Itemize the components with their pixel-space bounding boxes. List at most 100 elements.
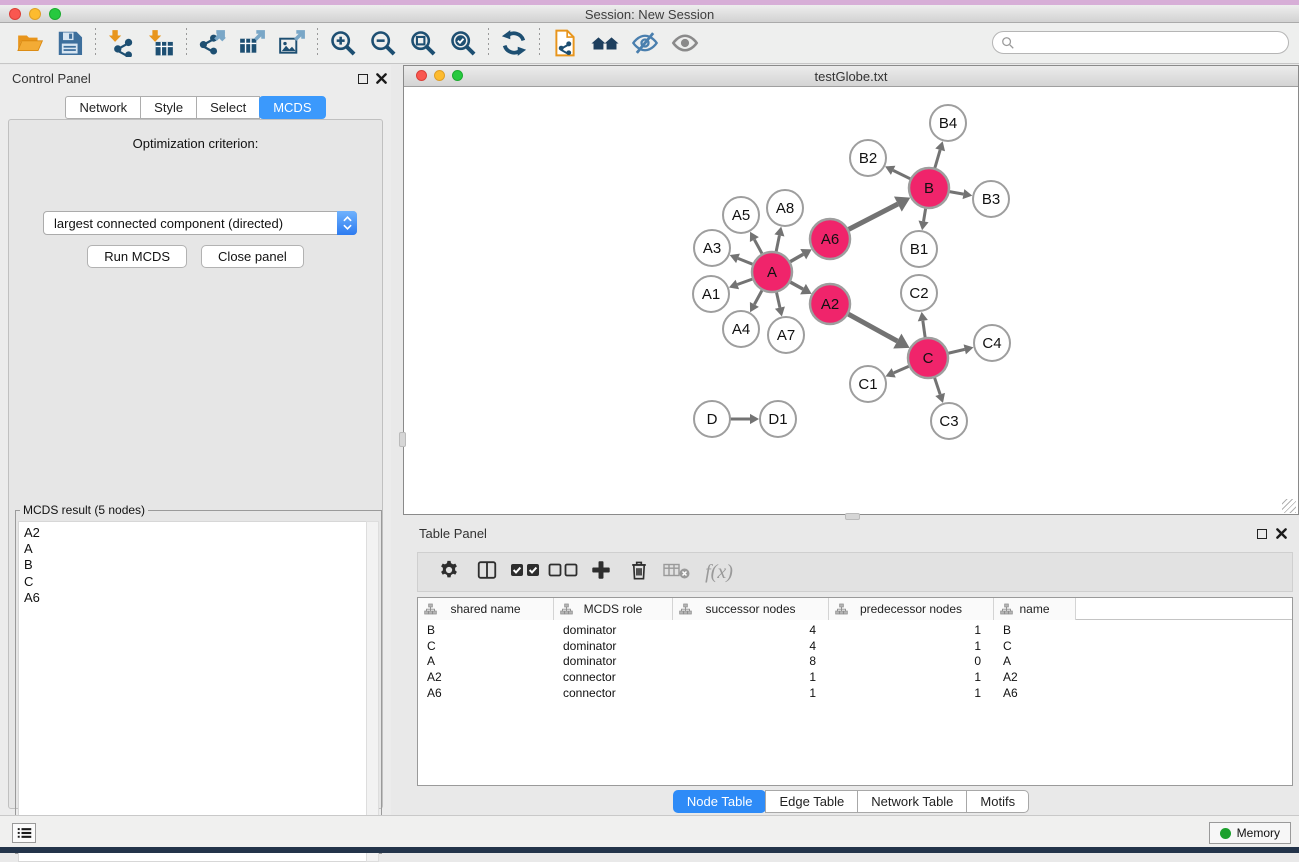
run-mcds-button[interactable]: Run MCDS bbox=[87, 245, 187, 268]
search-box[interactable] bbox=[992, 31, 1289, 54]
criterion-select[interactable]: largest connected component (directed) bbox=[43, 211, 357, 235]
settings-icon bbox=[438, 559, 460, 586]
open-session-file-button[interactable] bbox=[545, 26, 585, 60]
cell-mcds-role[interactable]: dominator bbox=[554, 654, 673, 670]
result-item[interactable]: A bbox=[24, 541, 366, 557]
select-all-button[interactable] bbox=[506, 555, 544, 589]
cell-successor-nodes[interactable]: 1 bbox=[673, 686, 829, 702]
cell-shared-name[interactable]: B bbox=[418, 623, 554, 639]
add-column-button[interactable] bbox=[582, 555, 620, 589]
home-button[interactable] bbox=[585, 26, 625, 60]
zoom-selected-button[interactable] bbox=[443, 26, 483, 60]
cell-mcds-role[interactable]: connector bbox=[554, 686, 673, 702]
edge-A6-B[interactable] bbox=[846, 204, 898, 231]
result-item[interactable]: A6 bbox=[24, 590, 366, 606]
cell-predecessor-nodes[interactable]: 1 bbox=[829, 670, 994, 686]
delete-table-button[interactable] bbox=[658, 555, 696, 589]
cell-name[interactable]: B bbox=[994, 623, 1076, 639]
vertical-splitter-handle[interactable] bbox=[845, 513, 860, 520]
tab-node-table[interactable]: Node Table bbox=[673, 790, 767, 813]
cell-mcds-role[interactable]: connector bbox=[554, 670, 673, 686]
cell-shared-name[interactable]: C bbox=[418, 639, 554, 655]
cell-shared-name[interactable]: A6 bbox=[418, 686, 554, 702]
result-item[interactable]: A2 bbox=[24, 525, 366, 541]
settings-button[interactable] bbox=[430, 555, 468, 589]
import-network-button[interactable] bbox=[101, 26, 141, 60]
memory-label: Memory bbox=[1237, 826, 1280, 840]
cell-shared-name[interactable]: A2 bbox=[418, 670, 554, 686]
tab-edge-table[interactable]: Edge Table bbox=[765, 790, 858, 813]
tab-motifs[interactable]: Motifs bbox=[966, 790, 1029, 813]
cell-successor-nodes[interactable]: 4 bbox=[673, 639, 829, 655]
cell-name[interactable]: A2 bbox=[994, 670, 1076, 686]
cell-predecessor-nodes[interactable]: 1 bbox=[829, 639, 994, 655]
show-all-button[interactable] bbox=[665, 26, 705, 60]
cell-predecessor-nodes[interactable]: 0 bbox=[829, 654, 994, 670]
tab-network-table[interactable]: Network Table bbox=[857, 790, 967, 813]
save-session-button[interactable] bbox=[50, 26, 90, 60]
network-canvas[interactable]: B4B2BB3A5A8A6A3B1AC2A1A2A4A7C4CC1DD1C3 bbox=[405, 88, 1297, 514]
cell-successor-nodes[interactable]: 8 bbox=[673, 654, 829, 670]
arrowhead-B-B3 bbox=[963, 189, 973, 199]
result-scrollbar[interactable] bbox=[366, 521, 379, 862]
cell-shared-name[interactable]: A bbox=[418, 654, 554, 670]
open-session-file-icon bbox=[551, 29, 579, 57]
table-row-A2[interactable]: A2connector11A2 bbox=[418, 670, 1292, 686]
zoom-out-button[interactable] bbox=[363, 26, 403, 60]
refresh-button[interactable] bbox=[494, 26, 534, 60]
cell-predecessor-nodes[interactable]: 1 bbox=[829, 686, 994, 702]
tab-select[interactable]: Select bbox=[196, 96, 260, 119]
cell-name[interactable]: A6 bbox=[994, 686, 1076, 702]
search-input[interactable] bbox=[1020, 36, 1280, 50]
export-image-button[interactable] bbox=[272, 26, 312, 60]
cell-successor-nodes[interactable]: 4 bbox=[673, 623, 829, 639]
delete-column-button[interactable] bbox=[620, 555, 658, 589]
close-mcds-panel-button[interactable]: Close panel bbox=[201, 245, 304, 268]
edge-A2-C[interactable] bbox=[846, 313, 898, 341]
mcds-result-list[interactable]: A2ABCA6 bbox=[18, 521, 367, 862]
export-network-button[interactable] bbox=[192, 26, 232, 60]
column-header-mcds-role[interactable]: MCDS role bbox=[554, 598, 673, 620]
task-history-button[interactable] bbox=[12, 823, 36, 843]
node-label-A4: A4 bbox=[732, 321, 750, 338]
float-table-panel-button[interactable] bbox=[1255, 527, 1268, 540]
cell-mcds-role[interactable]: dominator bbox=[554, 639, 673, 655]
memory-button[interactable]: Memory bbox=[1209, 822, 1291, 844]
export-table-button[interactable] bbox=[232, 26, 272, 60]
horizontal-splitter-handle[interactable] bbox=[399, 432, 406, 447]
import-table-button[interactable] bbox=[141, 26, 181, 60]
cell-name[interactable]: A bbox=[994, 654, 1076, 670]
edge-B-B2[interactable] bbox=[893, 170, 913, 180]
network-window-titlebar[interactable]: testGlobe.txt bbox=[404, 66, 1298, 87]
cell-predecessor-nodes[interactable]: 1 bbox=[829, 623, 994, 639]
deselect-all-button[interactable] bbox=[544, 555, 582, 589]
table-row-A[interactable]: Adominator80A bbox=[418, 654, 1292, 670]
column-header-successor-nodes[interactable]: successor nodes bbox=[673, 598, 829, 620]
table-row-B[interactable]: Bdominator41B bbox=[418, 623, 1292, 639]
tab-style[interactable]: Style bbox=[140, 96, 197, 119]
edge-B-B4[interactable] bbox=[934, 150, 940, 171]
close-panel-button[interactable] bbox=[375, 72, 388, 85]
column-header-name[interactable]: name bbox=[994, 598, 1076, 620]
result-item[interactable]: C bbox=[24, 574, 366, 590]
tab-mcds[interactable]: MCDS bbox=[259, 96, 325, 119]
close-table-panel-button[interactable] bbox=[1275, 527, 1288, 540]
zoom-in-button[interactable] bbox=[323, 26, 363, 60]
table-row-A6[interactable]: A6connector11A6 bbox=[418, 686, 1292, 702]
column-header-predecessor-nodes[interactable]: predecessor nodes bbox=[829, 598, 994, 620]
hide-selected-button[interactable] bbox=[625, 26, 665, 60]
resize-grip[interactable] bbox=[1282, 499, 1296, 513]
open-file-button[interactable] bbox=[10, 26, 50, 60]
app-titlebar[interactable]: Session: New Session bbox=[0, 5, 1299, 23]
columns-button[interactable] bbox=[468, 555, 506, 589]
table-row-C[interactable]: Cdominator41C bbox=[418, 639, 1292, 655]
result-item[interactable]: B bbox=[24, 557, 366, 573]
float-panel-button[interactable] bbox=[356, 72, 369, 85]
zoom-fit-button[interactable] bbox=[403, 26, 443, 60]
cell-successor-nodes[interactable]: 1 bbox=[673, 670, 829, 686]
cell-mcds-role[interactable]: dominator bbox=[554, 623, 673, 639]
table-panel-title: Table Panel bbox=[419, 526, 487, 541]
column-header-shared-name[interactable]: shared name bbox=[418, 598, 554, 620]
cell-name[interactable]: C bbox=[994, 639, 1076, 655]
tab-network[interactable]: Network bbox=[65, 96, 141, 119]
